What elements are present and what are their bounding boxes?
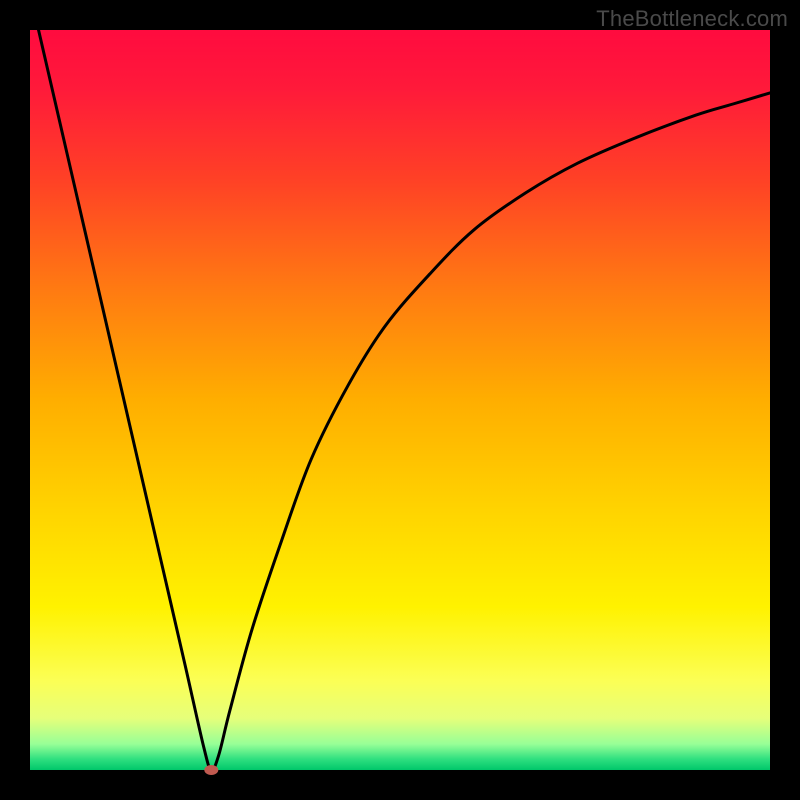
bottleneck-chart [0, 0, 800, 800]
chart-frame: TheBottleneck.com [0, 0, 800, 800]
optimal-point-marker [204, 765, 218, 775]
chart-background-gradient [30, 30, 770, 770]
watermark-text: TheBottleneck.com [596, 6, 788, 32]
